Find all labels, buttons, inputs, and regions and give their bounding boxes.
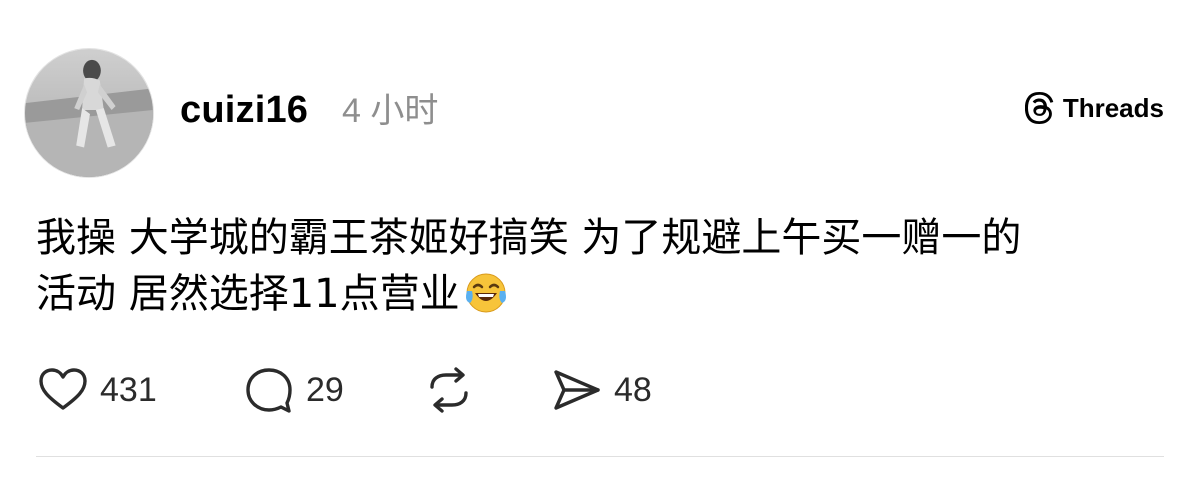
send-icon [554,370,600,410]
heart-icon [39,368,87,410]
comment-button[interactable]: 29 [242,362,344,418]
threads-badge[interactable]: Threads [1024,92,1164,124]
tears-of-joy-emoji-icon [464,271,508,315]
like-button[interactable]: 431 [36,362,157,418]
post-divider [36,456,1164,457]
post-body: 我操 大学城的霸王茶姬好搞笑 为了规避上午买一赠一的 活动 居然选择11点营业 [36,210,1166,322]
post-text-line-2: 活动 居然选择11点营业 [36,271,460,317]
comment-bubble-icon [246,368,292,413]
username[interactable]: cuizi16 [180,82,308,138]
threads-brand-label: Threads [1062,92,1164,123]
share-count: 48 [614,370,652,409]
like-count: 431 [100,370,157,409]
post-text-line-1: 我操 大学城的霸王茶姬好搞笑 为了规避上午买一赠一的 [36,215,1022,261]
threads-logo-icon [1024,92,1054,124]
avatar[interactable] [24,48,154,178]
repost-button[interactable] [422,362,476,418]
repost-icon [430,367,468,413]
post-timestamp: 4 小时 [342,92,439,130]
avatar-photo [25,49,153,177]
comment-count: 29 [306,370,344,409]
threads-post: cuizi16 4 小时 Threads 我操 大学城的霸王茶姬好搞笑 为了规避… [0,0,1200,494]
share-button[interactable]: 48 [550,362,652,418]
